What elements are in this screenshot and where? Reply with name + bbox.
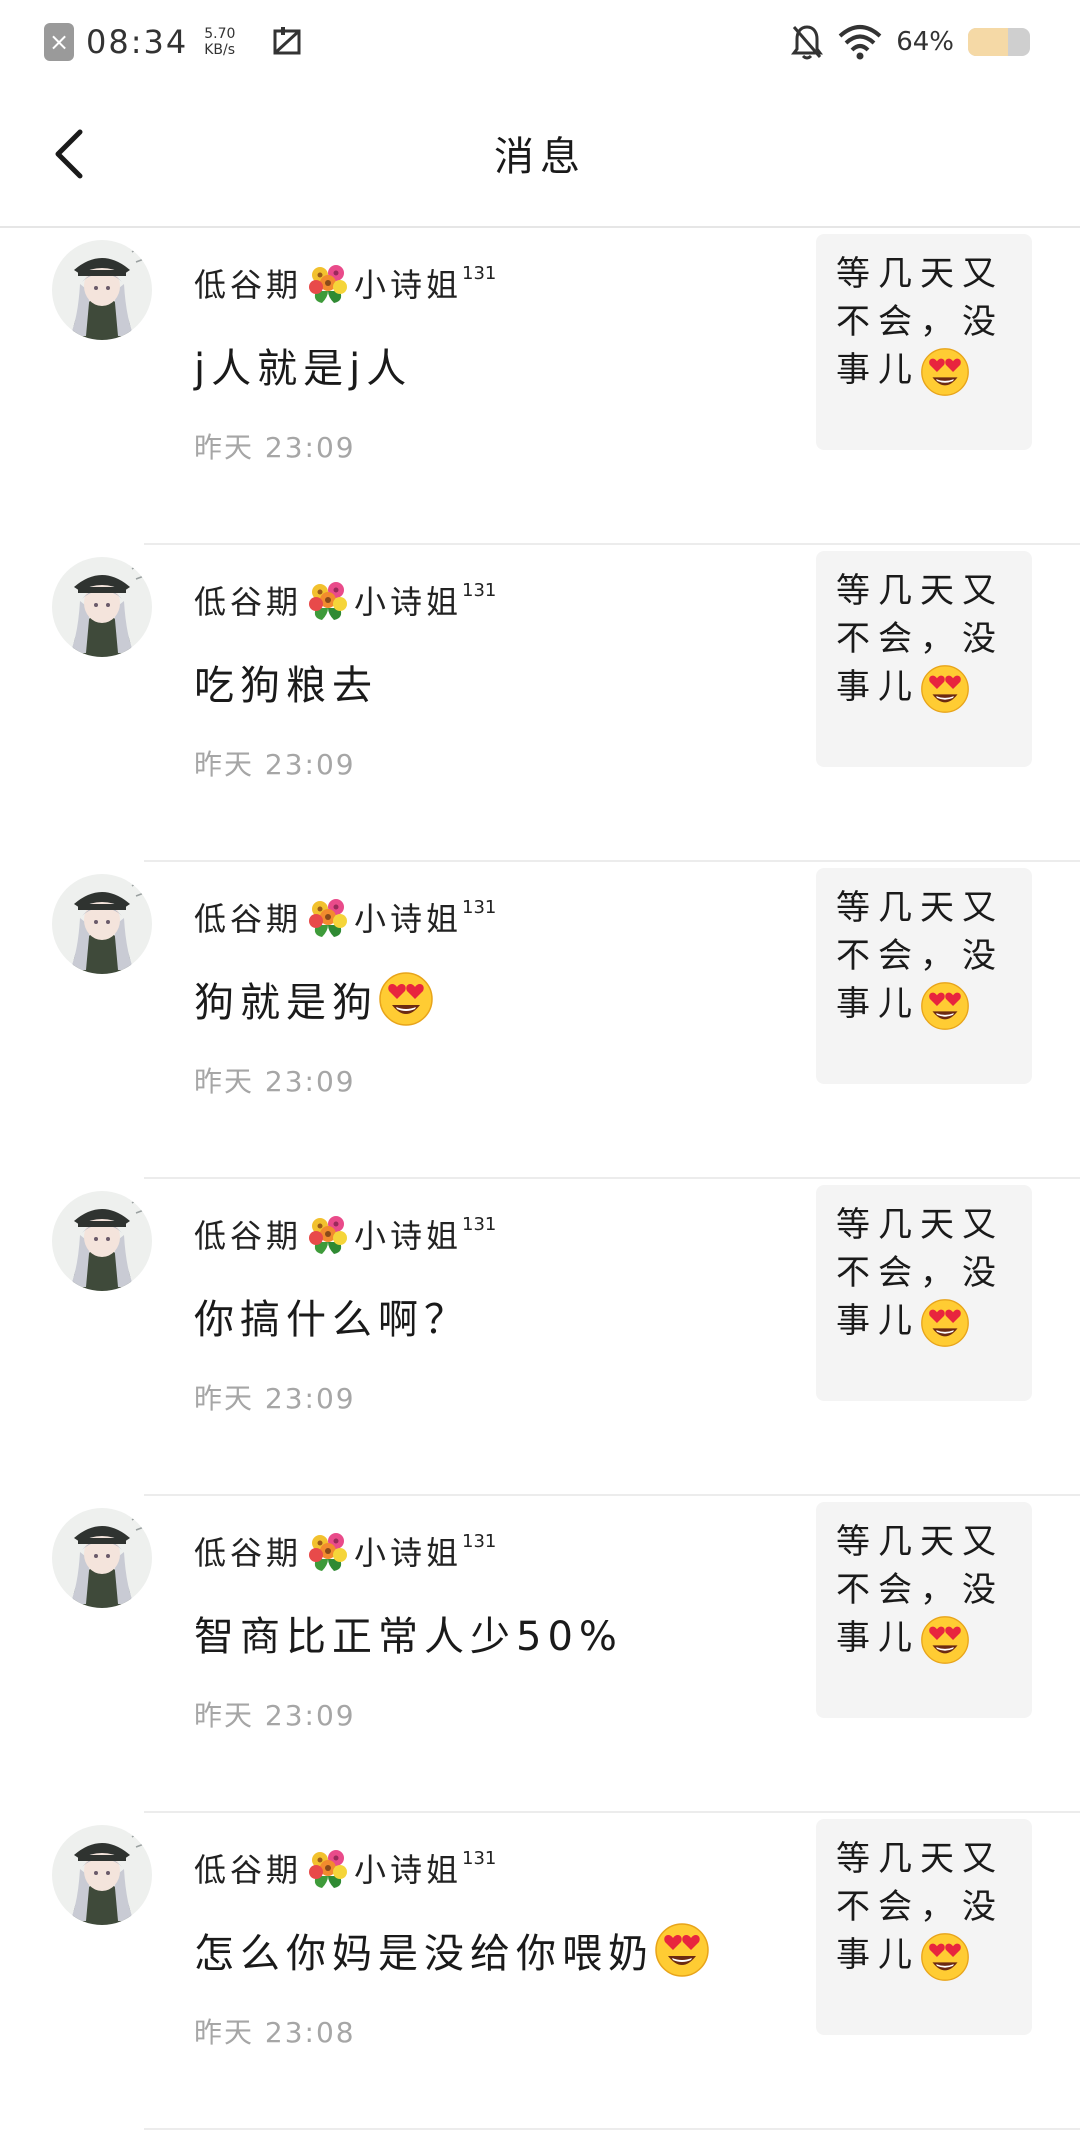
sender-name-prefix: 低谷期 bbox=[194, 1851, 303, 1889]
page-title: 消息 bbox=[494, 134, 586, 180]
avatar[interactable] bbox=[52, 557, 152, 657]
wifi-icon bbox=[838, 25, 882, 60]
heart-eyes-emoji-icon bbox=[654, 1922, 710, 1978]
heart-eyes-emoji-icon bbox=[920, 664, 970, 714]
flower-bouquet-icon bbox=[306, 1529, 350, 1573]
sender-name-suffix: 小诗姐 bbox=[354, 266, 463, 304]
header-bar: 消息 bbox=[0, 84, 1080, 228]
message-timestamp: 昨天 23:09 bbox=[194, 1382, 356, 1415]
sender-name-suffix: 小诗姐 bbox=[354, 1217, 463, 1255]
sender-name[interactable]: 低谷期 小诗姐 131 bbox=[194, 1845, 496, 1891]
sender-name-superscript: 131 bbox=[462, 1847, 497, 1869]
battery-level-fill bbox=[968, 28, 1008, 56]
network-speed-unit: KB/s bbox=[204, 42, 236, 58]
message-timestamp: 昨天 23:08 bbox=[194, 2016, 356, 2049]
message-text-content: 你搞什么啊？ bbox=[194, 1297, 470, 1343]
heart-eyes-emoji-icon bbox=[920, 981, 970, 1031]
sender-name-superscript: 131 bbox=[462, 579, 497, 601]
mute-bell-icon bbox=[791, 25, 824, 60]
message-text: 怎么你妈是没给你喂奶 bbox=[194, 1921, 710, 1979]
quoted-comment-preview[interactable]: 等几天又不会，没事儿 bbox=[816, 868, 1032, 1084]
status-bar-right: 64% bbox=[790, 20, 1030, 64]
message-text: 智商比正常人少50% bbox=[194, 1604, 623, 1662]
message-item[interactable]: 低谷期 小诗姐 131 狗就是狗 昨天 23:09 等几天又不会，没事儿 bbox=[0, 862, 1080, 1179]
message-list[interactable]: 低谷期 小诗姐 131 j人就是j人 昨天 23:09 等几天又不会，没事儿 低谷期 bbox=[0, 228, 1080, 2130]
message-text: 你搞什么啊？ bbox=[194, 1287, 470, 1345]
divider bbox=[144, 2128, 1080, 2130]
message-item[interactable]: 低谷期 小诗姐 131 怎么你妈是没给你喂奶 昨天 23:08 等几天又不会，没事儿 bbox=[0, 1813, 1080, 2130]
message-text-content: 智商比正常人少50% bbox=[194, 1614, 623, 1660]
heart-eyes-emoji-icon bbox=[920, 1298, 970, 1348]
sender-name-prefix: 低谷期 bbox=[194, 1217, 303, 1255]
battery-percentage: 64% bbox=[896, 27, 954, 57]
sender-name-suffix: 小诗姐 bbox=[354, 1851, 463, 1889]
flower-bouquet-icon bbox=[306, 895, 350, 939]
message-text: 狗就是狗 bbox=[194, 970, 434, 1028]
avatar[interactable] bbox=[52, 1191, 152, 1291]
message-item[interactable]: 低谷期 小诗姐 131 智商比正常人少50% 昨天 23:09 等几天又不会，没事儿 bbox=[0, 1496, 1080, 1813]
avatar[interactable] bbox=[52, 874, 152, 974]
message-text: 吃狗粮去 bbox=[194, 653, 378, 711]
sender-name[interactable]: 低谷期 小诗姐 131 bbox=[194, 1528, 496, 1574]
sender-name[interactable]: 低谷期 小诗姐 131 bbox=[194, 577, 496, 623]
heart-eyes-emoji-icon bbox=[920, 1932, 970, 1982]
flower-bouquet-icon bbox=[306, 578, 350, 622]
sender-name-prefix: 低谷期 bbox=[194, 900, 303, 938]
flower-bouquet-icon bbox=[306, 1212, 350, 1256]
sender-name-prefix: 低谷期 bbox=[194, 266, 303, 304]
message-text-content: 狗就是狗 bbox=[194, 980, 378, 1026]
flower-bouquet-icon bbox=[306, 261, 350, 305]
quoted-comment-preview[interactable]: 等几天又不会，没事儿 bbox=[816, 1819, 1032, 2035]
avatar[interactable] bbox=[52, 240, 152, 340]
quoted-comment-preview[interactable]: 等几天又不会，没事儿 bbox=[816, 234, 1032, 450]
message-item[interactable]: 低谷期 小诗姐 131 j人就是j人昨天 23:09 等几天又不会，没事儿 bbox=[0, 228, 1080, 545]
message-timestamp: 昨天 23:09 bbox=[194, 1065, 356, 1098]
notification-close-icon: × bbox=[44, 23, 74, 61]
message-item[interactable]: 低谷期 小诗姐 131 你搞什么啊？ 昨天 23:09 等几天又不会，没事儿 bbox=[0, 1179, 1080, 1496]
sender-name-prefix: 低谷期 bbox=[194, 1534, 303, 1572]
sender-name-suffix: 小诗姐 bbox=[354, 583, 463, 621]
message-timestamp: 昨天 23:09 bbox=[194, 1699, 356, 1732]
sender-name[interactable]: 低谷期 小诗姐 131 bbox=[194, 1211, 496, 1257]
quoted-comment-preview[interactable]: 等几天又不会，没事儿 bbox=[816, 1502, 1032, 1718]
network-speed-value: 5.70 bbox=[204, 26, 236, 42]
sender-name-superscript: 131 bbox=[462, 262, 497, 284]
heart-eyes-emoji-icon bbox=[378, 971, 434, 1027]
sender-name-suffix: 小诗姐 bbox=[354, 1534, 463, 1572]
heart-eyes-emoji-icon bbox=[920, 1615, 970, 1665]
sender-name[interactable]: 低谷期 小诗姐 131 bbox=[194, 894, 496, 940]
avatar[interactable] bbox=[52, 1508, 152, 1608]
screenshot-icon bbox=[273, 27, 301, 55]
message-text: j人就是j人 bbox=[194, 336, 412, 394]
quoted-comment-preview[interactable]: 等几天又不会，没事儿 bbox=[816, 551, 1032, 767]
status-bar-left: × 08:34 5.70 KB/s bbox=[44, 20, 305, 64]
message-text-content: j人就是j人 bbox=[194, 346, 413, 392]
battery-icon bbox=[968, 28, 1030, 56]
sender-name[interactable]: 低谷期 小诗姐 131 bbox=[194, 260, 496, 306]
sender-name-superscript: 131 bbox=[462, 1213, 497, 1235]
sender-name-prefix: 低谷期 bbox=[194, 583, 303, 621]
quoted-comment-preview[interactable]: 等几天又不会，没事儿 bbox=[816, 1185, 1032, 1401]
sender-name-suffix: 小诗姐 bbox=[354, 900, 463, 938]
sender-name-superscript: 131 bbox=[462, 896, 497, 918]
message-timestamp: 昨天 23:09 bbox=[194, 748, 356, 781]
clock-time: 08:34 bbox=[86, 23, 189, 61]
status-bar: × 08:34 5.70 KB/s 64% bbox=[0, 0, 1080, 84]
flower-bouquet-icon bbox=[306, 1846, 350, 1890]
avatar[interactable] bbox=[52, 1825, 152, 1925]
message-timestamp: 昨天 23:09 bbox=[194, 431, 356, 464]
sender-name-superscript: 131 bbox=[462, 1530, 497, 1552]
network-speed: 5.70 KB/s bbox=[204, 26, 235, 58]
message-text-content: 怎么你妈是没给你喂奶 bbox=[194, 1931, 654, 1977]
heart-eyes-emoji-icon bbox=[920, 347, 970, 397]
message-item[interactable]: 低谷期 小诗姐 131 吃狗粮去昨天 23:09 等几天又不会，没事儿 bbox=[0, 545, 1080, 862]
message-text-content: 吃狗粮去 bbox=[194, 663, 378, 709]
